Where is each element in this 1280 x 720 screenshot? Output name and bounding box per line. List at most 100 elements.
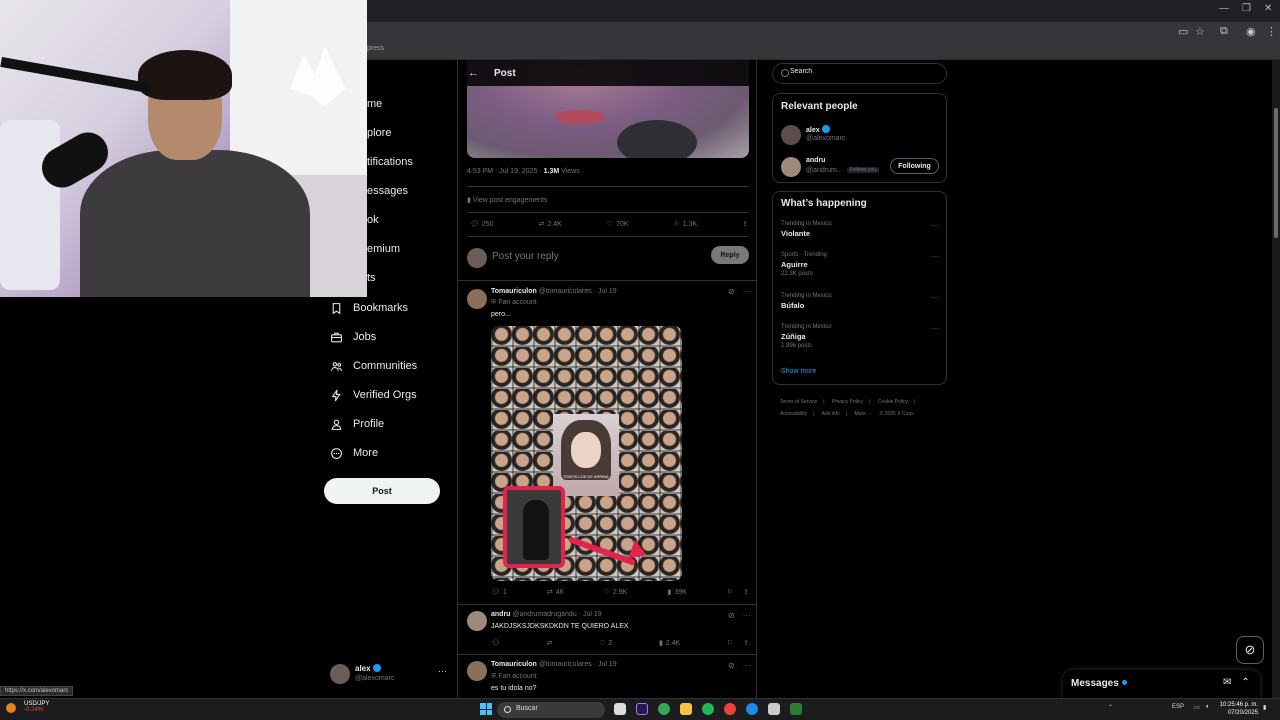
trend-item[interactable]: Trending in Mexico Zúñiga 1,996 posts ··… — [781, 324, 941, 349]
person-row[interactable]: alex @alexomarc — [781, 124, 941, 146]
view-engagements-link[interactable]: ▮ View post engagements — [467, 196, 547, 204]
nav-bookmarks[interactable]: Bookmarks — [330, 298, 408, 318]
spotify-icon[interactable] — [702, 703, 714, 715]
nav-verified-orgs[interactable]: Verified Orgs — [330, 385, 417, 405]
repost-action[interactable]: ⇄ 2.4K — [539, 220, 562, 229]
footer-link[interactable]: Ads info — [822, 411, 840, 417]
taskbar-search[interactable]: Buscar — [497, 702, 605, 718]
stock-widget[interactable]: USD/JPY -0.24% — [24, 701, 49, 713]
grok-icon[interactable]: ⊘ — [1236, 636, 1264, 664]
volume-icon[interactable]: 🔈︎ — [1206, 704, 1210, 711]
menu-icon[interactable]: ⋮ — [1266, 25, 1277, 38]
edge-icon[interactable] — [746, 703, 758, 715]
nav-jobs[interactable]: Jobs — [330, 327, 376, 347]
nav-home[interactable]: me — [367, 98, 382, 110]
chevron-up-icon[interactable]: ⌃ — [1241, 677, 1249, 688]
system-clock[interactable]: 10:25:46 p. m. 07/20/2025 — [1216, 701, 1258, 717]
more-options-icon[interactable]: ··· — [743, 287, 751, 296]
scroll-thumb[interactable] — [1274, 108, 1278, 238]
trend-item[interactable]: Sports · Trending Aguirre 22.3K posts ··… — [781, 252, 941, 277]
footer-link[interactable]: Cookie Policy — [878, 399, 908, 405]
reply-tweet[interactable]: Tomauriculon @tomauriculares · Jul 19 ⊘ ·… — [458, 654, 756, 698]
search-box[interactable] — [772, 63, 947, 84]
new-message-icon[interactable]: ✉ — [1223, 677, 1231, 688]
footer-link[interactable]: Accessibility — [780, 411, 807, 417]
nav-lists[interactable]: ts — [367, 272, 376, 284]
page-scrollbar[interactable] — [1272, 60, 1280, 698]
trend-item[interactable]: Trending in Mexico Búfalo ··· — [781, 293, 941, 310]
nav-communities[interactable]: Communities — [330, 356, 417, 376]
network-icon[interactable]: ▭ — [1194, 704, 1200, 711]
bookmark-action[interactable]: ⚐ 1.3K — [673, 220, 697, 229]
grok-icon[interactable]: ⊘ — [728, 661, 735, 670]
like-action[interactable]: ♡ 2.9K — [604, 588, 628, 597]
reply-tweet[interactable]: andru @andrumadrugandu · Jul 19 ⊘ ··· JAK… — [458, 604, 756, 654]
restore-icon[interactable]: ❐ — [1242, 3, 1251, 14]
minimize-icon[interactable]: — — [1219, 3, 1229, 14]
account-switcher[interactable]: alex @alexomarc ··· — [330, 662, 450, 688]
grok-icon[interactable]: ⊘ — [728, 287, 735, 296]
language-indicator[interactable]: ESP — [1172, 704, 1184, 710]
reply-tweet[interactable]: Tomauriculon @tomauriculares · Jul 19 ⊘ ·… — [458, 280, 756, 604]
extensions-icon[interactable]: ⧉ — [1220, 25, 1228, 38]
windows-start-icon[interactable] — [480, 703, 492, 715]
notification-icon[interactable]: ▮ — [1263, 704, 1266, 711]
star-icon[interactable]: ☆ — [1195, 25, 1205, 38]
following-button[interactable]: Following — [890, 158, 939, 174]
reply-action[interactable]: 💬︎ 250 — [470, 220, 494, 229]
show-more-link[interactable]: Show more — [781, 368, 816, 375]
chevron-up-icon[interactable]: ⌃ — [1108, 704, 1113, 711]
nav-grok[interactable]: ok — [367, 214, 379, 226]
avatar[interactable] — [467, 661, 487, 681]
like-action[interactable]: ♡ 2 — [599, 639, 612, 648]
nav-explore[interactable]: plore — [367, 127, 391, 139]
nav-notifications[interactable]: tifications — [367, 156, 413, 168]
tweet-image[interactable]: TODOS LOS DE ARRIBA — [491, 326, 682, 581]
post-button[interactable]: Post — [324, 478, 440, 504]
tweet-author[interactable]: Tomauriculon @tomauriculares · Jul 19 — [491, 288, 617, 295]
like-action[interactable]: ♡ 70K — [607, 220, 629, 229]
footer-link[interactable]: More ··· — [854, 411, 872, 417]
store-icon[interactable] — [768, 703, 780, 715]
chrome-icon[interactable] — [658, 703, 670, 715]
footer-link[interactable]: Terms of Service — [780, 399, 817, 405]
avatar[interactable] — [781, 157, 801, 177]
more-options-icon[interactable]: ··· — [931, 293, 939, 302]
profile-icon[interactable]: ◉ — [1246, 25, 1256, 38]
trend-item[interactable]: Trending in Mexico Violante ··· — [781, 221, 941, 238]
more-options-icon[interactable]: ··· — [931, 324, 939, 333]
premiere-icon[interactable] — [636, 703, 648, 715]
search-input[interactable] — [790, 68, 940, 75]
reply-button[interactable]: Reply — [711, 246, 749, 264]
repost-action[interactable]: ⇄ 46 — [547, 588, 564, 597]
nav-profile[interactable]: Profile — [330, 414, 384, 434]
more-options-icon[interactable]: ··· — [743, 661, 751, 670]
nav-premium[interactable]: emium — [367, 243, 400, 255]
messages-drawer[interactable]: Messages ✉ ⌃ — [1063, 670, 1260, 698]
views-action[interactable]: ▮ 39K — [667, 588, 686, 597]
more-options-icon[interactable]: ··· — [931, 221, 939, 230]
chrome-alt-icon[interactable] — [724, 703, 736, 715]
grok-icon[interactable]: ⊘ — [728, 611, 735, 620]
avatar[interactable] — [467, 611, 487, 631]
repost-action[interactable]: ⇄ — [547, 639, 553, 647]
footer-link[interactable]: Privacy Policy — [832, 399, 863, 405]
tweet-author[interactable]: Tomauriculon @tomauriculares · Jul 19 — [491, 661, 617, 668]
more-options-icon[interactable]: ··· — [438, 666, 447, 676]
app-icon[interactable] — [790, 703, 802, 715]
post-timestamp[interactable]: 4:53 PM · Jul 19, 2025 · — [467, 168, 544, 175]
bookmark-item[interactable]: press — [367, 45, 384, 52]
avatar[interactable] — [467, 289, 487, 309]
reply-action[interactable]: 💬︎ — [491, 639, 500, 647]
views-action[interactable]: ▮ 2.4K — [659, 639, 680, 648]
share-action[interactable]: ⇪ — [742, 220, 748, 228]
person-row[interactable]: andru @andrum... Follows you Following — [781, 156, 941, 178]
tweet-author[interactable]: andru @andrumadrugandu · Jul 19 — [491, 611, 602, 618]
cast-icon[interactable]: ▭ — [1178, 25, 1188, 38]
reply-action[interactable]: 💬︎ 1 — [491, 588, 507, 597]
task-view-icon[interactable] — [614, 703, 626, 715]
reply-input[interactable] — [492, 251, 692, 262]
stock-widget-icon[interactable] — [6, 703, 16, 713]
avatar[interactable] — [781, 125, 801, 145]
close-icon[interactable]: ✕ — [1264, 3, 1272, 14]
